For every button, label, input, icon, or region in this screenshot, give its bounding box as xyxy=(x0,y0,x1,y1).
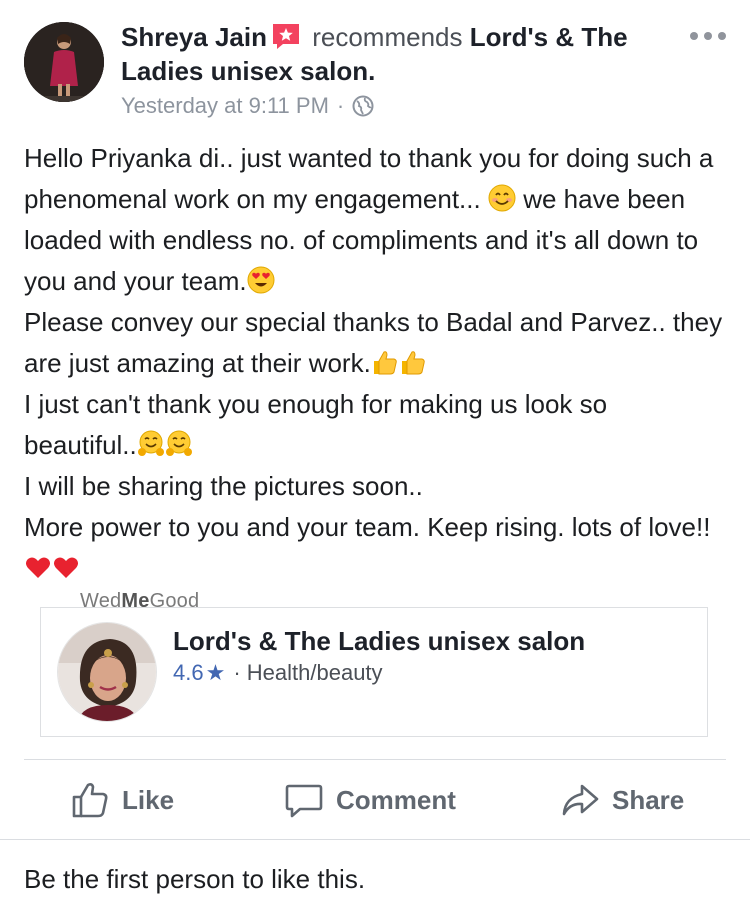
post-paragraph: Please convey our special thanks to Bada… xyxy=(24,302,724,384)
post-line-4: I just can't thank you enough for making… xyxy=(24,389,608,460)
recommend-badge-icon xyxy=(271,22,301,50)
post-meta: Yesterday at 9:11 PM · xyxy=(121,93,374,119)
post-timestamp[interactable]: Yesterday at 9:11 PM xyxy=(121,93,329,119)
comment-icon xyxy=(285,784,323,818)
author-avatar[interactable] xyxy=(24,22,104,102)
hugging-face-icon xyxy=(137,430,164,456)
recommends-verb: recommends xyxy=(312,22,463,52)
more-options-icon[interactable] xyxy=(690,26,726,46)
page-category: Health/beauty xyxy=(246,660,383,685)
page-name-period: . xyxy=(368,56,376,86)
card-separator: · xyxy=(233,660,241,685)
thumbs-up-icon xyxy=(373,351,397,375)
author-name[interactable]: Shreya Jain xyxy=(121,22,267,52)
share-button[interactable]: Share xyxy=(560,780,684,820)
actions-bottom-divider xyxy=(0,839,750,840)
globe-icon[interactable] xyxy=(352,95,374,117)
actions-top-divider xyxy=(24,759,726,760)
post-line-6: More power to you and your team. Keep ri… xyxy=(24,512,711,542)
more-dot xyxy=(690,32,698,40)
post-paragraph: I just can't thank you enough for making… xyxy=(24,384,724,466)
post-line-5: I will be sharing the pictures soon.. xyxy=(24,471,423,501)
likes-summary[interactable]: Be the first person to like this. xyxy=(24,864,365,895)
action-bar: Like Comment Share xyxy=(0,762,750,838)
card-page-subtitle: 4.6 ★ · Health/beauty xyxy=(173,660,383,686)
recommended-page-card[interactable]: Lord's & The Ladies unisex salon 4.6 ★ · H… xyxy=(40,607,708,737)
like-label: Like xyxy=(122,784,175,815)
share-icon xyxy=(562,784,599,816)
post-paragraph: I will be sharing the pictures soon.. xyxy=(24,466,724,507)
comment-label: Comment xyxy=(336,784,456,815)
red-heart-icon xyxy=(54,557,78,578)
page-rating: 4.6 xyxy=(173,660,204,685)
like-button[interactable]: Like xyxy=(70,780,174,820)
more-dot xyxy=(704,32,712,40)
red-heart-icon xyxy=(26,557,50,578)
post-paragraph: More power to you and your team. Keep ri… xyxy=(24,507,724,589)
heart-eyes-icon xyxy=(247,266,275,294)
post-paragraph: Hello Priyanka di.. just wanted to thank… xyxy=(24,138,724,302)
rating-star-icon: ★ xyxy=(205,660,226,685)
thumbs-up-icon xyxy=(401,351,425,375)
post-header: Shreya Jain recommends Lord's & The Ladi… xyxy=(0,0,750,130)
more-dot xyxy=(718,32,726,40)
post-body: Hello Priyanka di.. just wanted to thank… xyxy=(24,138,724,589)
page-profile-photo[interactable] xyxy=(57,622,157,722)
like-icon xyxy=(72,783,108,818)
header-line: Shreya Jain recommends Lord's & The Ladi… xyxy=(121,20,681,88)
share-label: Share xyxy=(612,784,685,815)
hugging-face-icon xyxy=(165,430,192,456)
smiling-face-icon xyxy=(488,184,516,212)
comment-button[interactable]: Comment xyxy=(284,780,456,820)
card-page-title[interactable]: Lord's & The Ladies unisex salon xyxy=(173,626,585,657)
meta-separator: · xyxy=(336,93,345,118)
